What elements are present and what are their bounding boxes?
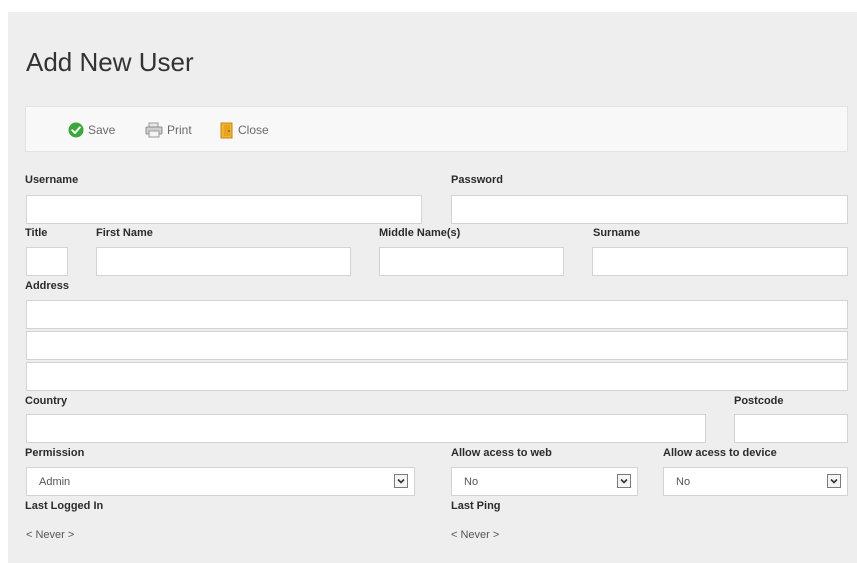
save-label: Save [88,123,116,137]
address-line-3-input[interactable] [26,362,848,391]
middle-name-label: Middle Name(s) [379,227,461,239]
page-title: Add New User [26,47,194,77]
address-line-1-input[interactable] [26,300,848,329]
middle-name-input[interactable] [379,247,564,276]
country-label: Country [25,395,68,407]
first-name-input[interactable] [96,247,351,276]
allow-web-label: Allow acess to web [451,447,552,459]
password-input[interactable] [451,195,848,224]
surname-input[interactable] [592,247,848,276]
postcode-input[interactable] [734,414,848,443]
chevron-down-icon[interactable] [394,474,408,488]
allow-device-label: Allow acess to device [663,447,777,459]
close-button[interactable]: Close [220,121,269,139]
permission-label: Permission [25,447,85,459]
chevron-down-icon[interactable] [617,474,631,488]
allow-device-select[interactable]: No [663,467,848,496]
address-label: Address [25,280,70,292]
address-line-2-input[interactable] [26,331,848,360]
save-button[interactable]: Save [68,121,115,139]
username-input[interactable] [26,195,422,224]
toolbar: Save Print Close [25,106,848,152]
printer-icon [145,122,163,138]
first-name-label: First Name [96,227,153,239]
door-exit-icon [220,122,233,138]
close-label: Close [238,123,269,137]
last-ping-label: Last Ping [451,500,501,512]
last-logged-in-label: Last Logged In [25,500,104,512]
allow-web-value: No [464,476,479,488]
chevron-down-icon[interactable] [827,474,841,488]
allow-web-select[interactable]: No [451,467,638,496]
postcode-label: Postcode [734,395,784,407]
print-label: Print [167,123,192,137]
password-label: Password [451,174,503,186]
country-input[interactable] [26,414,706,443]
print-button[interactable]: Print [145,121,192,139]
surname-label: Surname [593,227,641,239]
permission-select[interactable]: Admin [26,467,415,496]
check-circle-icon [68,122,84,138]
last-logged-in-value: < Never > [26,529,75,541]
title-label: Title [25,227,48,239]
last-ping-value: < Never > [451,529,500,541]
title-input[interactable] [26,247,68,276]
allow-device-value: No [676,476,691,488]
permission-value: Admin [39,476,71,488]
username-label: Username [25,174,79,186]
